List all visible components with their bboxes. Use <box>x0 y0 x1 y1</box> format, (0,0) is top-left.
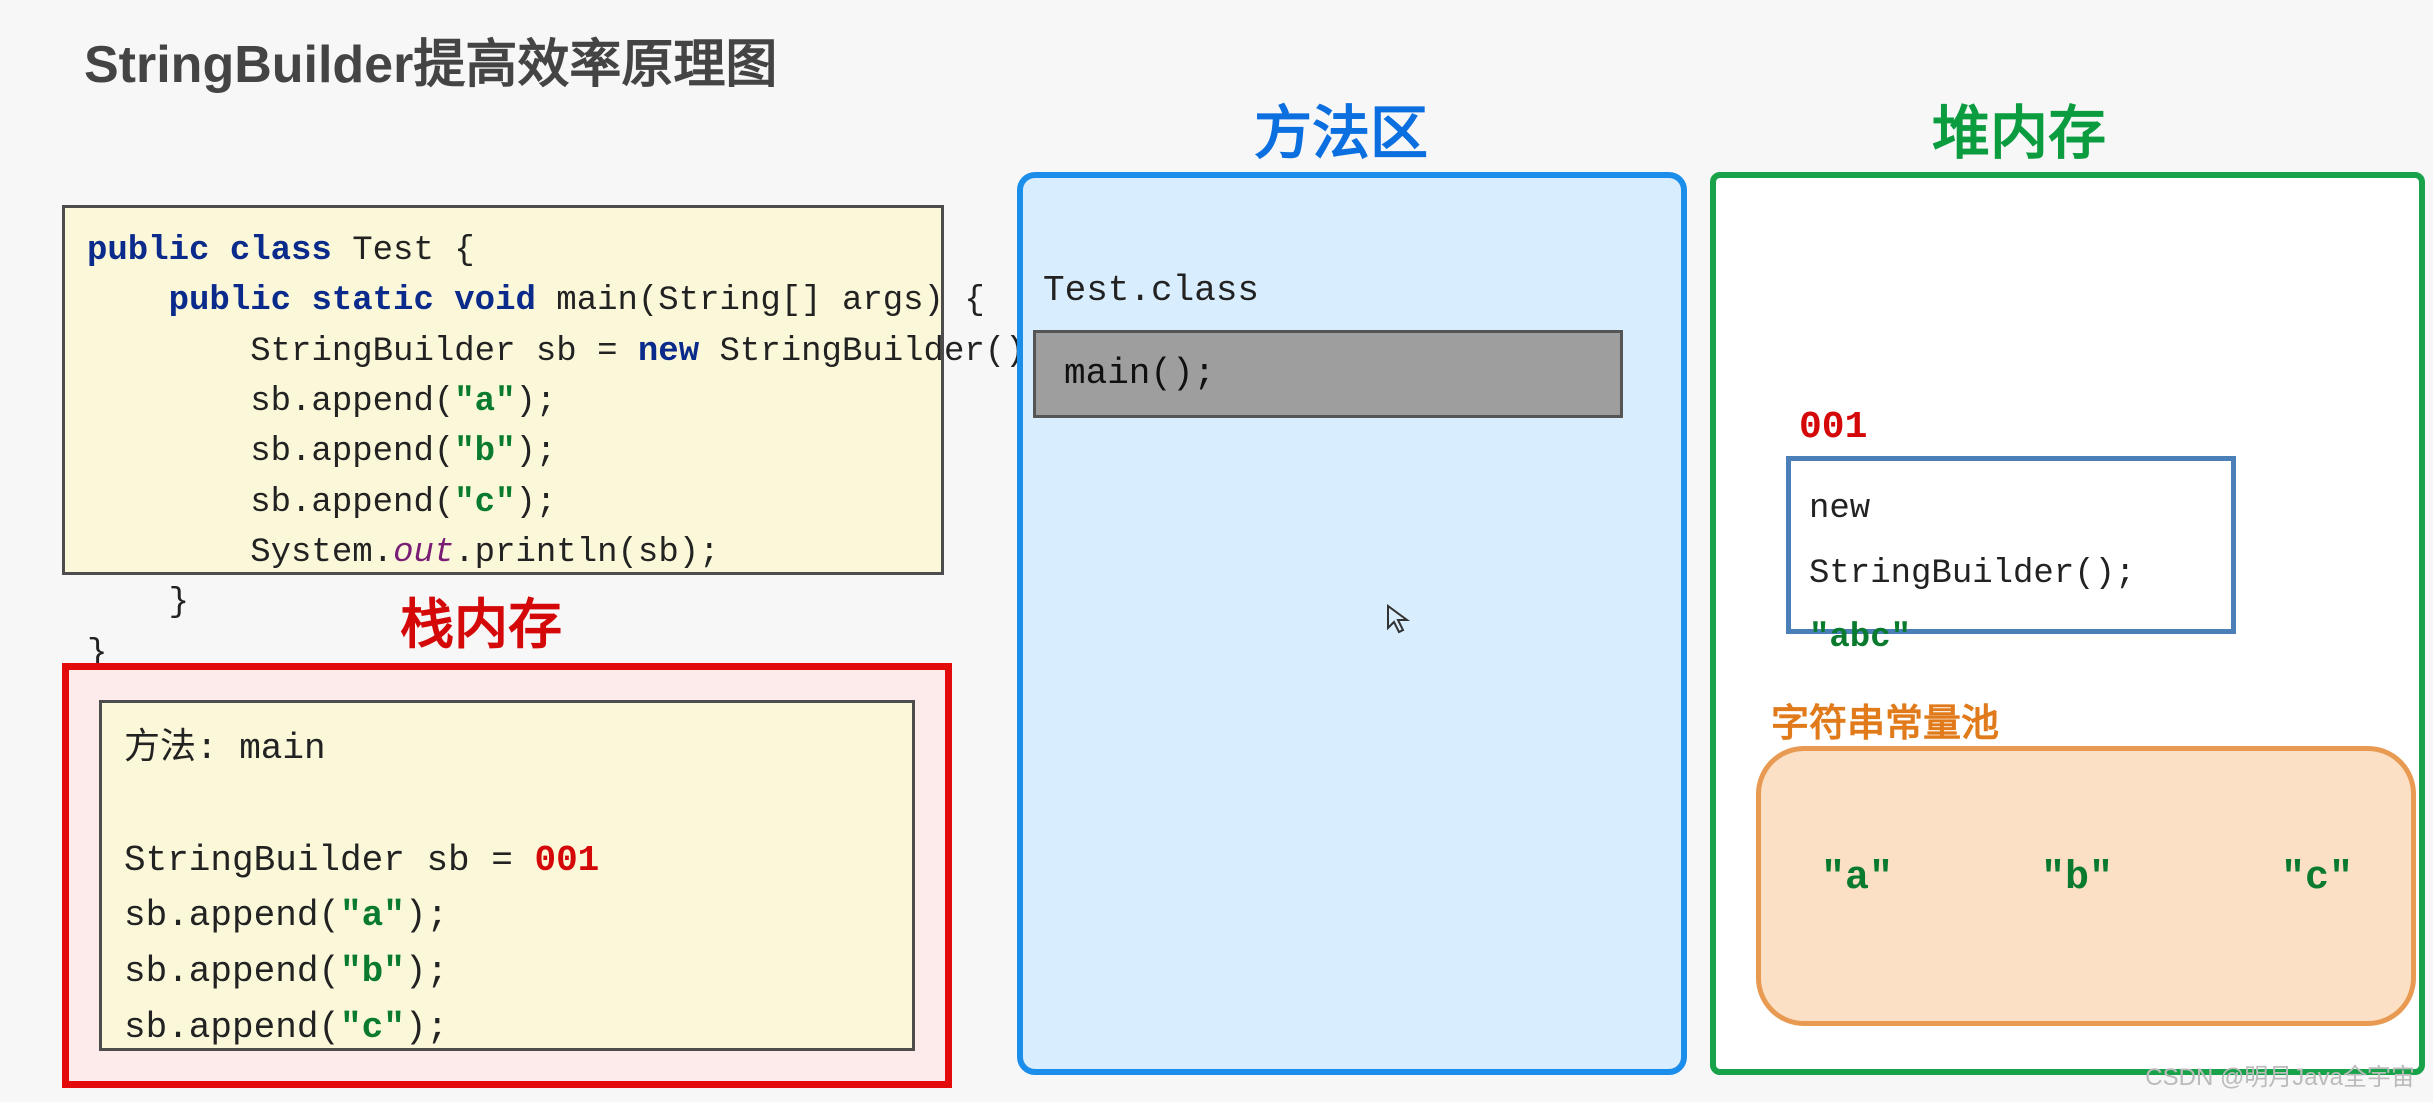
stack-append: sb.append( <box>124 895 340 936</box>
code-text: ); <box>515 383 556 421</box>
diagram-title: StringBuilder提高效率原理图 <box>84 22 777 97</box>
watermark: CSDN @明月Java全宇宙 <box>2145 1057 2415 1092</box>
stack-text: ); <box>405 951 448 992</box>
stack-string: "b" <box>340 951 405 992</box>
code-text: Test { <box>332 232 475 270</box>
stack-decl: StringBuilder sb = <box>124 840 534 881</box>
code-indent <box>87 333 250 371</box>
code-text: ); <box>515 484 556 522</box>
stack-text: ); <box>405 1007 448 1048</box>
code-text: sb.append( <box>87 433 454 471</box>
class-file-label: Test.class <box>1043 270 1259 311</box>
heap-object-box: new StringBuilder(); "abc" <box>1786 456 2236 634</box>
stack-method-line: 方法: main <box>124 728 326 769</box>
method-entry-box: main(); <box>1033 330 1623 418</box>
heap-memory-label: 堆内存 <box>1932 86 2106 170</box>
heap-obj-decl: new StringBuilder(); <box>1809 490 2135 593</box>
code-kw: new <box>638 333 699 371</box>
stack-append: sb.append( <box>124 951 340 992</box>
code-string: "b" <box>454 433 515 471</box>
code-text: sb.append( <box>87 383 454 421</box>
pool-item: "a" <box>1821 856 1893 901</box>
pool-item: "b" <box>2041 856 2113 901</box>
method-area-label: 方法区 <box>1254 86 1428 170</box>
code-string: "c" <box>454 484 515 522</box>
pool-item: "c" <box>2281 856 2353 901</box>
method-area-box: Test.class main(); <box>1017 172 1687 1075</box>
stack-address: 001 <box>534 840 599 881</box>
code-text: } <box>87 584 189 622</box>
stack-frame-box: 方法: main StringBuilder sb = 001 sb.appen… <box>99 700 915 1051</box>
stack-text: ); <box>405 895 448 936</box>
code-text: .println(sb); <box>454 534 719 572</box>
string-pool-label: 字符串常量池 <box>1771 692 1999 747</box>
code-kw: public static void <box>169 282 536 320</box>
code-kw: public class <box>87 232 332 270</box>
stack-string: "c" <box>340 1007 405 1048</box>
code-text: main(String[] args) { <box>536 282 985 320</box>
source-code-box: public class Test { public static void m… <box>62 205 944 575</box>
code-text: StringBuilder sb = <box>250 333 638 371</box>
code-text: sb.append( <box>87 484 454 522</box>
stack-append: sb.append( <box>124 1007 340 1048</box>
heap-memory-box: 001 new StringBuilder(); "abc" 字符串常量池 "a… <box>1710 172 2425 1075</box>
code-text: StringBuilder(); <box>699 333 1046 371</box>
stack-string: "a" <box>340 895 405 936</box>
code-text: System. <box>87 534 393 572</box>
heap-obj-value: "abc" <box>1809 619 1911 657</box>
cursor-icon <box>1385 604 1411 641</box>
string-pool-box: "a" "b" "c" <box>1756 746 2416 1026</box>
code-string: "a" <box>454 383 515 421</box>
stack-memory-box: 方法: main StringBuilder sb = 001 sb.appen… <box>62 663 952 1088</box>
code-field: out <box>393 534 454 572</box>
stack-memory-label: 栈内存 <box>400 580 562 659</box>
heap-address: 001 <box>1799 406 1867 449</box>
code-text: ); <box>515 433 556 471</box>
code-indent <box>87 282 169 320</box>
